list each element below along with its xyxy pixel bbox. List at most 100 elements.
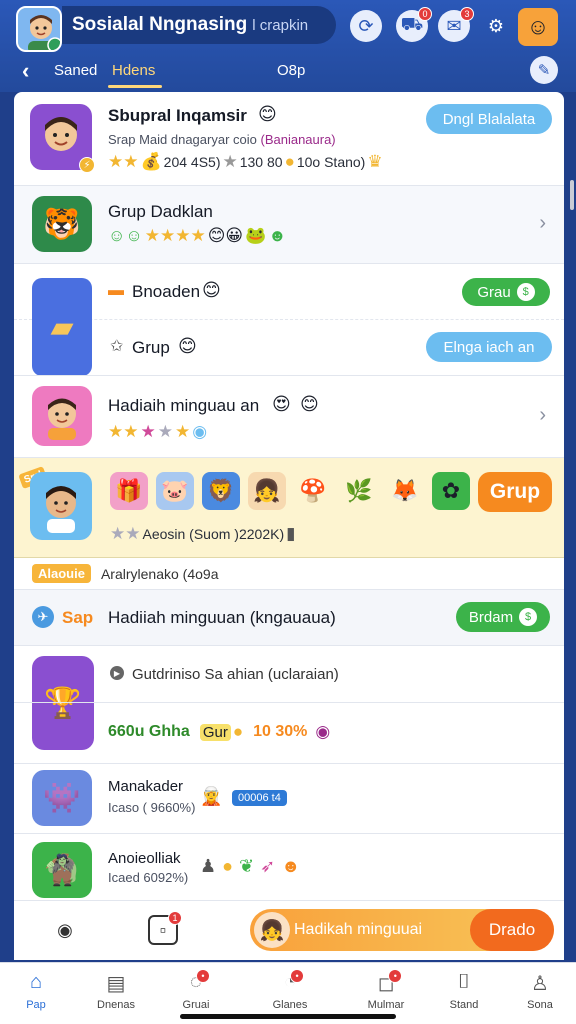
star-outline-icon: ★ [222, 152, 238, 171]
star-icon: ★ [174, 422, 191, 441]
person-icon: ♙ [531, 973, 549, 995]
chat-icon[interactable]: ✉ 3 [438, 7, 474, 42]
face-icon: ☺☺ [108, 226, 143, 245]
mini-info-strip: Alaouie Aralrylenako (4o9a [14, 558, 564, 590]
profile-action-button[interactable]: Dngl Blalalata [426, 104, 552, 134]
weekly-gift-banner-text: Hadikah minguuai [294, 921, 423, 938]
girl-gift-icon[interactable]: 👧 [248, 472, 286, 510]
gift-truck-icon[interactable]: ⛟ 0 [396, 7, 432, 42]
stat-value: 10o Stano) [296, 154, 366, 170]
camera-lens-icon[interactable]: ◉ [50, 915, 80, 945]
group-avatar: 🐯 [32, 196, 92, 252]
leaf-gift-icon[interactable]: 🌿 [340, 472, 378, 510]
bubble-icon: ◉ [192, 422, 208, 441]
list-item-manakader[interactable]: 👾 Manakader Icaso ( 9660%) 🧝 00006 t4 [14, 764, 564, 834]
profile-name: Sbupral Inqamsir [108, 106, 247, 125]
mushroom-gift-icon[interactable]: 🍄 [294, 472, 332, 510]
nav-item-gruai[interactable]: ◌ • Gruai [164, 969, 228, 1011]
fox-gift-icon[interactable]: 🦊 [386, 472, 424, 510]
frog-icon: 🐸 [245, 226, 267, 245]
profile-description-text: Srap Maid dnagaryar coio [108, 132, 257, 147]
nav-item-dnenas[interactable]: ▤ Dnenas [84, 971, 148, 1011]
elngaiach-button[interactable]: Elnga iach an [426, 332, 552, 362]
nav-label: Gruai [182, 999, 210, 1011]
section-header-hadiah: ✈ Sap Hadiiah minguuan (kngauaua) Brdam … [14, 590, 564, 646]
list-item-title: Anoieolliak [108, 850, 181, 867]
mini-tag: Alaouie [32, 564, 91, 583]
hadiah-ratings: ★★ ★ ★ ★ ◉ [108, 422, 207, 442]
store-icon: ⌷ [458, 971, 470, 993]
active-tab-indicator [108, 85, 162, 88]
gift-tile-icon[interactable]: 🎁 [110, 472, 148, 510]
nav-item-mulmar[interactable]: ◻ • Mulmar [354, 969, 418, 1011]
back-arrow-icon[interactable]: ‹ [22, 58, 29, 84]
app-subtitle: l crapkin [252, 16, 309, 34]
tab-saned[interactable]: Saned [54, 62, 97, 79]
tab-hdens[interactable]: Hdens [112, 62, 155, 79]
brdam-button[interactable]: Brdam $ [456, 602, 550, 632]
nav-item-sona[interactable]: ♙ Sona [508, 971, 572, 1011]
ribbon-icon: ➶ [260, 856, 276, 876]
star-outline-icon: ★★ [110, 524, 141, 543]
notification-badge: • [388, 969, 403, 983]
weekly-gift-banner[interactable]: 👧 Hadikah minguuai Drado [250, 909, 554, 951]
gift-caption: ★★ Aeosin (Suom )2202K) ▮ [110, 524, 295, 544]
app-logo[interactable] [16, 6, 62, 52]
tab-o8p[interactable]: O8p [277, 62, 305, 79]
trophy-icon: 🏆 [44, 686, 82, 720]
smile-emoji-icon: 😊 [300, 394, 319, 414]
goblin-icon: 👾 [43, 781, 81, 815]
profile-row[interactable]: ⚡ Sbupral Inqamsir 😊 Srap Maid dnagaryar… [14, 92, 564, 186]
brdam-button-label: Brdam [468, 608, 514, 626]
notification-badge: • [195, 969, 210, 983]
nav-item-pap[interactable]: ⌂ Pap [4, 971, 68, 1011]
profile-stats: ★★ 💰 204 4S5) ★ 130 80 ● 10o Stano) ♛ [108, 152, 383, 172]
profile-avatar[interactable]: ⚡ [30, 104, 95, 173]
lion-gift-icon[interactable]: 🦁 [202, 472, 240, 510]
section-tag: Sap [62, 608, 94, 627]
bottom-action-bar: ◉ ▫ 1 👧 Hadikah minguuai Drado [14, 900, 564, 960]
chevron-right-icon[interactable]: › [539, 404, 546, 427]
girl-avatar-icon: 👧 [254, 912, 290, 948]
nav-label: Pap [26, 999, 46, 1011]
home-icon: ⌂ [29, 971, 43, 993]
list-item-grup[interactable]: ✩ Grup 😊 Elnga iach an [14, 320, 564, 376]
grup-gift-button[interactable]: Grup [478, 472, 552, 512]
list-item-title: Manakader [108, 778, 184, 795]
flower-gift-icon[interactable]: ✿ [432, 472, 470, 510]
list-item-anoieolliak[interactable]: 🧌 Anoieolliak Icaed 6092%) ♟ ● ❦ ➶ ☻ [14, 834, 564, 902]
drado-button[interactable]: Drado [470, 909, 554, 951]
list-item-sub: Icaso ( 9660%) [108, 800, 196, 815]
star-icon: ★★★★ [144, 226, 206, 245]
dash-icon: ▬ [108, 282, 124, 299]
coin-icon: $ [516, 283, 535, 301]
elf-icon: 🧝 [200, 786, 223, 806]
grau-button[interactable]: Grau $ [462, 278, 550, 306]
sync-icon[interactable]: ⟳ [350, 10, 382, 42]
list-item-title: Bnoaden [132, 282, 201, 301]
list-item-bnoaden[interactable]: ▰ ▬ Bnoaden 😊 Grau $ [14, 264, 564, 376]
notification-badge: 3 [460, 7, 474, 21]
chat-bubble-icon[interactable]: ▫ 1 [148, 911, 182, 945]
nav-item-glanes[interactable]: ◔ • Glanes [258, 969, 322, 1011]
leaf-icon: ❦ [239, 856, 255, 876]
list-item-hadiah[interactable]: Hadiaih minguau an 😍 😊 ★★ ★ ★ ★ ◉ › [14, 376, 564, 458]
hadiah-avatar [32, 386, 92, 446]
profile-button[interactable]: ☺ [518, 8, 558, 46]
chevron-right-icon[interactable]: › [539, 212, 546, 235]
list-item-title: Hadiaih minguau an [108, 396, 260, 415]
sparkle-icon: ✩ [110, 338, 124, 355]
folder-icon: ▤ [106, 973, 126, 995]
nav-item-stand[interactable]: ⌷ Stand [432, 971, 496, 1011]
notification-badge: 0 [418, 7, 432, 21]
gear-icon[interactable]: ⚙ [480, 10, 512, 42]
list-item-grup-dadklan[interactable]: 🐯 Grup Dadklan ☺☺ ★★★★ 😊😀 🐸 ☻ › [14, 186, 564, 264]
emoji-cluster-icon: 😊😀 [207, 226, 244, 245]
edit-icon[interactable]: ✎ [530, 56, 558, 84]
app-title-bar: Sosialal Nngnasing l crapkin [62, 6, 336, 44]
home-indicator[interactable] [180, 1014, 396, 1019]
rewards-row[interactable]: 🏆 ▶ Gutdriniso Sa ahian (uclaraian) 660u… [14, 646, 564, 764]
gift-tiles: 🎁 🐷 🦁 👧 🍄 🌿 🦊 ✿ [110, 472, 470, 510]
pig-gift-icon[interactable]: 🐷 [156, 472, 194, 510]
scrollbar[interactable] [570, 180, 574, 210]
